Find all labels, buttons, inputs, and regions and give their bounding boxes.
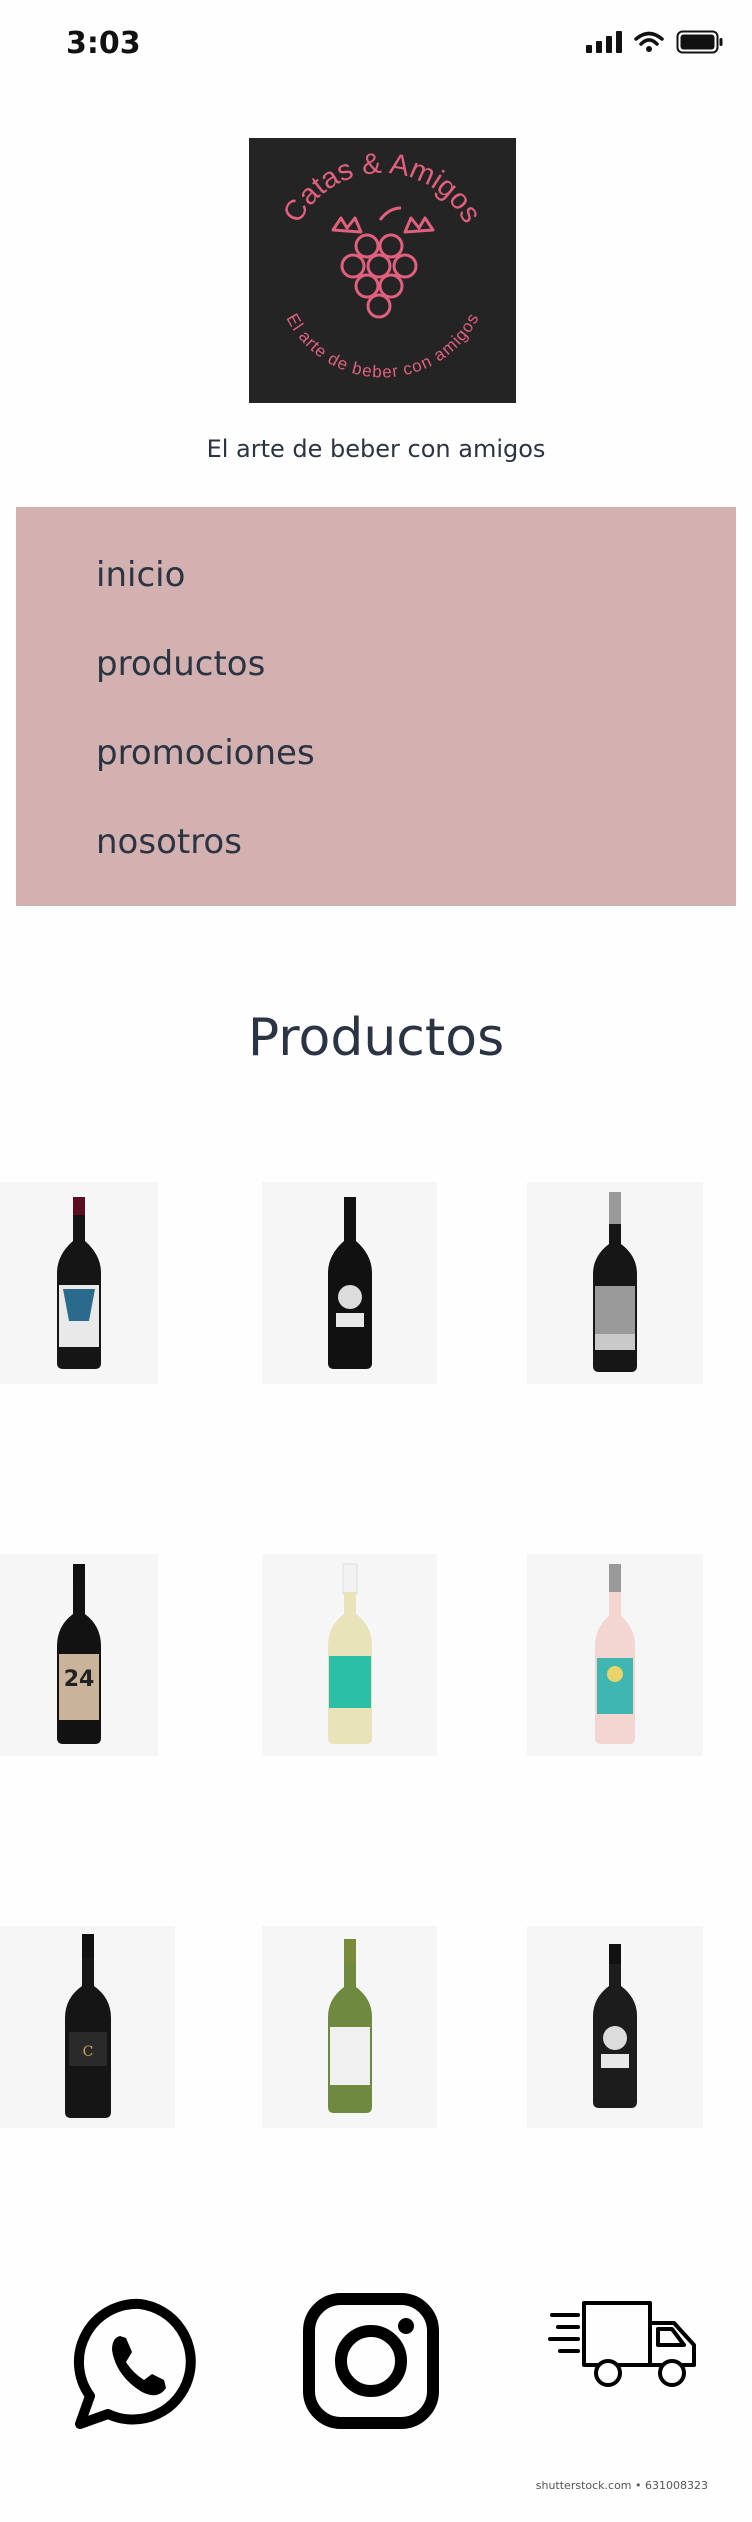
wine-bottle-icon: C xyxy=(64,1934,111,2118)
instagram-link[interactable] xyxy=(303,2293,439,2433)
nav-item-promociones[interactable]: promociones xyxy=(96,733,315,773)
grape-icon xyxy=(331,206,435,319)
whatsapp-link[interactable] xyxy=(72,2296,208,2436)
wine-bottle-icon: 24 xyxy=(57,1564,101,1744)
wine-bottle-icon xyxy=(327,1563,372,1744)
wine-bottle-icon xyxy=(57,1197,101,1369)
wine-bottle-icon xyxy=(595,1564,635,1744)
product-card[interactable] xyxy=(0,1182,158,1384)
delivery-link[interactable] xyxy=(548,2299,702,2395)
product-card[interactable]: 24 xyxy=(0,1554,158,1756)
product-card[interactable]: C xyxy=(0,1926,175,2128)
wine-bottle-icon xyxy=(327,1939,372,2113)
product-card[interactable] xyxy=(262,1926,437,2128)
wifi-icon xyxy=(634,31,664,52)
logo-bottom-text: El arte de beber con amigos xyxy=(283,310,483,381)
wine-bottle-icon xyxy=(593,1192,637,1372)
whatsapp-icon xyxy=(73,2298,196,2429)
brand-logo: Catas & Amigos El arte de beber con amig… xyxy=(249,138,516,403)
delivery-truck-icon xyxy=(548,2301,696,2387)
svg-text:24: 24 xyxy=(64,1667,95,1692)
svg-text:El arte de beber con amigos: El arte de beber con amigos xyxy=(283,310,483,381)
status-time: 3:03 xyxy=(66,26,141,61)
product-card[interactable] xyxy=(527,1182,703,1384)
nav-item-inicio[interactable]: inicio xyxy=(96,555,185,595)
product-card[interactable] xyxy=(262,1554,437,1756)
nav-item-productos[interactable]: productos xyxy=(96,644,265,684)
product-card[interactable] xyxy=(527,1554,703,1756)
svg-text:C: C xyxy=(82,2044,93,2060)
status-icons xyxy=(586,30,724,54)
nav-item-nosotros[interactable]: nosotros xyxy=(96,822,242,862)
wine-bottle-icon xyxy=(593,1944,637,2108)
tagline: El arte de beber con amigos xyxy=(206,435,546,463)
product-card[interactable] xyxy=(262,1182,437,1384)
product-card[interactable] xyxy=(527,1926,703,2128)
section-title: Productos xyxy=(247,1008,505,1068)
wine-bottle-icon xyxy=(327,1197,372,1369)
battery-icon xyxy=(676,30,723,54)
main-nav: inicio productos promociones nosotros xyxy=(16,507,736,906)
image-credit: shutterstock.com • 631008323 xyxy=(535,2479,708,2492)
instagram-icon xyxy=(303,2293,439,2429)
status-bar: 3:03 xyxy=(0,0,752,96)
signal-icon xyxy=(586,31,622,53)
